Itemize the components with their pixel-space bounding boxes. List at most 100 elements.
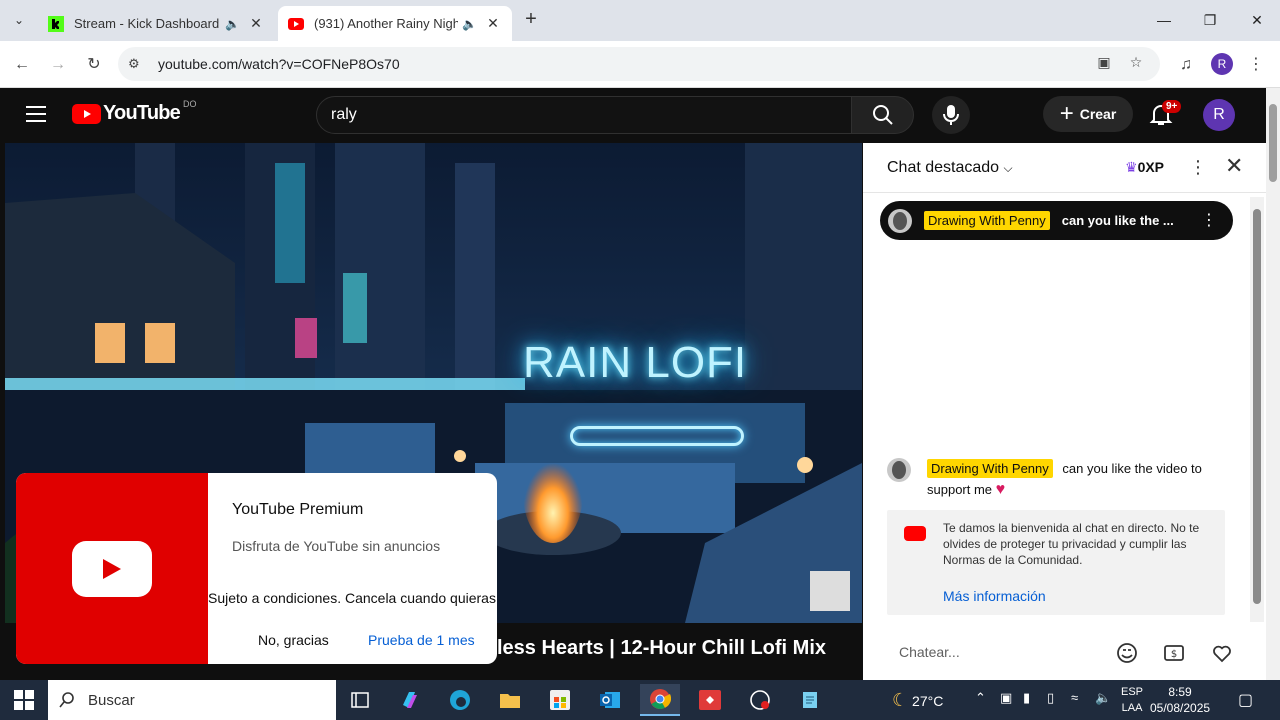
obs-icon[interactable] (740, 684, 780, 716)
heart-icon[interactable] (1210, 641, 1234, 665)
weather-widget[interactable]: ☾ 27°C (892, 690, 943, 711)
lips-emoji-icon: ♥ (995, 481, 1006, 498)
tray-device-icon[interactable]: ▣ (1000, 690, 1012, 706)
windows-start-icon[interactable] (14, 690, 34, 710)
youtube-header: YouTube DO raly + Crear 9+ R (0, 88, 1266, 143)
premium-conditions: Sujeto a condiciones. Cancela cuando qui… (208, 590, 497, 606)
browser-tab-bar: ⌄ Stream - Kick Dashboard 🔈 ✕ (931) Anot… (0, 0, 1280, 41)
premium-heading: YouTube Premium (232, 501, 364, 518)
chat-close-icon[interactable]: ✕ (1225, 153, 1243, 179)
voice-search-button[interactable] (932, 96, 970, 134)
avatar (888, 208, 912, 233)
super-chat-icon[interactable]: $ (1162, 641, 1186, 665)
task-view-icon[interactable] (340, 684, 380, 716)
back-button[interactable]: ← (8, 51, 36, 79)
chat-header: Chat destacado ⌵ ♛0XP ⋮ ✕ (863, 143, 1266, 193)
notifications-center-icon[interactable]: ▢ (1238, 690, 1253, 710)
kick-favicon-icon (48, 15, 64, 32)
page-scrollbar[interactable] (1266, 88, 1280, 680)
reload-button[interactable]: ↻ (80, 51, 108, 79)
forward-button[interactable]: → (44, 51, 72, 79)
chat-scrollbar[interactable] (1250, 197, 1264, 622)
address-bar[interactable]: ⚙ youtube.com/watch?v=COFNeP8Os70 ▣ ☆ (118, 47, 1160, 81)
account-avatar[interactable]: R (1203, 99, 1235, 131)
neon-bar (570, 426, 744, 446)
search-input[interactable]: raly (316, 96, 852, 134)
windows-taskbar: Buscar ☾ 27°C ⌃ ▣ ▮ ▯ ≈ 🔈 ESP LAA 8:59 05/… (0, 680, 1280, 720)
crown-icon: ♛ (1125, 159, 1138, 175)
media-controls-icon[interactable]: ♫ (1172, 51, 1200, 79)
search-button[interactable] (851, 96, 914, 134)
pinned-author: Drawing With Penny (924, 211, 1050, 230)
app-red-icon[interactable] (690, 684, 730, 716)
tab-audio-icon[interactable]: 🔈 (462, 17, 480, 31)
chevron-down-icon: ⌵ (1003, 161, 1013, 175)
welcome-text: Te damos la bienvenida al chat en direct… (943, 521, 1200, 567)
more-info-link[interactable]: Más información (943, 588, 1046, 604)
notification-count-badge: 9+ (1162, 100, 1182, 113)
chat-more-icon[interactable]: ⋮ (1189, 157, 1207, 178)
chat-input[interactable]: Chatear... (887, 637, 1113, 667)
tab-kick-dashboard[interactable]: Stream - Kick Dashboard 🔈 ✕ (38, 6, 275, 41)
country-code: DO (182, 98, 197, 109)
tab-close-icon[interactable]: ✕ (247, 15, 265, 32)
welcome-notice: Te damos la bienvenida al chat en direct… (887, 510, 1225, 615)
edge-icon[interactable] (440, 684, 480, 716)
logo-wordmark: YouTube (103, 102, 181, 124)
channel-watermark[interactable] (810, 571, 850, 611)
date: 05/08/2025 (1150, 701, 1211, 715)
wifi-icon[interactable]: ≈ (1071, 690, 1078, 705)
menu-icon[interactable] (26, 106, 46, 122)
tab-search-button[interactable]: ⌄ (6, 8, 32, 32)
tab-audio-icon[interactable]: 🔈 (225, 17, 243, 31)
copilot-icon[interactable] (390, 684, 430, 716)
window-close-button[interactable]: ✕ (1234, 0, 1280, 41)
youtube-play-icon (72, 540, 152, 597)
chat-scrollbar-thumb[interactable] (1253, 209, 1261, 604)
tray-chevron-icon[interactable]: ⌃ (975, 690, 986, 706)
create-button[interactable]: + Crear (1043, 96, 1133, 132)
xp-badge[interactable]: ♛0XP (1125, 159, 1164, 176)
message-author[interactable]: Drawing With Penny (927, 459, 1053, 478)
search-icon (873, 105, 893, 125)
bookmark-star-icon[interactable]: ☆ (1126, 54, 1146, 74)
browser-profile-avatar[interactable]: R (1211, 53, 1233, 75)
notepad-icon[interactable] (790, 684, 830, 716)
pinned-message[interactable]: Drawing With Penny can you like the ... … (880, 201, 1233, 240)
url-text: youtube.com/watch?v=COFNeP8Os70 (158, 56, 400, 72)
chat-message: Drawing With Penny can you like the vide… (887, 458, 1207, 500)
browser-toolbar: ← → ↻ ⚙ youtube.com/watch?v=COFNeP8Os70 … (0, 41, 1280, 88)
chrome-icon[interactable] (640, 684, 680, 716)
trial-button[interactable]: Prueba de 1 mes (368, 632, 475, 648)
restore-button[interactable]: ❐ (1187, 0, 1233, 41)
microsoft-store-icon[interactable] (540, 684, 580, 716)
moon-icon: ☾ (892, 690, 909, 710)
minimize-button[interactable]: — (1141, 0, 1187, 41)
language-indicator[interactable]: ESP LAA (1121, 684, 1143, 716)
browser-menu-icon[interactable]: ⋮ (1242, 51, 1270, 79)
site-info-icon[interactable]: ⚙ (128, 56, 150, 72)
new-tab-button[interactable]: + (519, 8, 543, 32)
page-scrollbar-thumb[interactable] (1269, 104, 1277, 182)
clock[interactable]: 8:59 05/08/2025 (1150, 684, 1210, 716)
live-chat-panel: Chat destacado ⌵ ♛0XP ⋮ ✕ Drawing With P… (863, 143, 1266, 680)
chat-mode-dropdown[interactable]: Chat destacado ⌵ (887, 159, 1013, 177)
pinned-more-icon[interactable]: ⋮ (1201, 210, 1217, 230)
emoji-icon[interactable] (1115, 641, 1139, 665)
taskbar-search-box[interactable]: Buscar (48, 680, 336, 720)
lang-top: ESP (1121, 686, 1144, 698)
install-app-icon[interactable]: ▣ (1094, 54, 1114, 74)
tab-close-icon[interactable]: ✕ (484, 15, 502, 32)
tray-battery-icon[interactable]: ▯ (1047, 690, 1054, 706)
volume-icon[interactable]: 🔈 (1095, 690, 1111, 706)
tray-usb-icon[interactable]: ▮ (1023, 690, 1030, 706)
taskbar-search-placeholder: Buscar (88, 691, 135, 709)
tab-youtube-video[interactable]: (931) Another Rainy Night i 🔈 ✕ (278, 6, 512, 41)
youtube-logo[interactable]: YouTube DO (72, 98, 197, 125)
neon-sign-text: RAIN LOFI (523, 338, 748, 387)
decline-button[interactable]: No, gracias (258, 632, 329, 648)
outlook-icon[interactable] (590, 684, 630, 716)
lang-bottom: LAA (1121, 702, 1143, 714)
youtube-play-icon (72, 103, 101, 124)
file-explorer-icon[interactable] (490, 684, 530, 716)
